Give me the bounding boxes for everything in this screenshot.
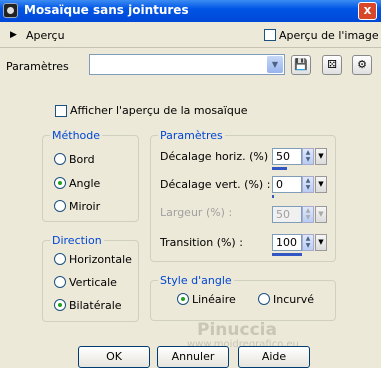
method-bord-radio[interactable]	[54, 153, 66, 165]
save-icon: 💾	[294, 58, 308, 71]
direction-verticale-radio[interactable]	[54, 276, 66, 288]
window-title: Mosaïque sans jointures	[24, 3, 189, 17]
preset-manager-button[interactable]: ⚙	[352, 55, 372, 75]
preset-combobox[interactable]: ▼	[89, 54, 285, 75]
vert-offset-value[interactable]: 0	[272, 176, 302, 193]
method-miroir-label: Miroir	[69, 200, 101, 213]
angle-incurve-label: Incurvé	[273, 293, 315, 306]
direction-bilaterale-radio[interactable]	[54, 299, 66, 311]
parameters-legend: Paramètres	[158, 129, 225, 142]
save-preset-button[interactable]: 💾	[291, 55, 311, 75]
spin-arrows-icon[interactable]: ▲ ▼	[302, 148, 314, 165]
show-mosaic-preview-label: Afficher l'aperçu de la mosaïque	[70, 104, 248, 117]
horiz-offset-spinner[interactable]: 50 ▲ ▼ ▼	[272, 148, 328, 170]
method-angle-radio[interactable]	[54, 177, 66, 189]
method-miroir-radio[interactable]	[54, 200, 66, 212]
vert-offset-spinner[interactable]: 0 ▲ ▼ ▼	[272, 176, 328, 198]
transition-label: Transition (%) :	[160, 236, 243, 249]
angle-style-legend: Style d'angle	[158, 274, 234, 287]
close-button[interactable]: x	[358, 2, 377, 20]
divider	[0, 47, 381, 48]
horiz-offset-value[interactable]: 50	[272, 148, 302, 165]
expand-arrow-icon[interactable]: ▶	[10, 30, 17, 40]
horiz-offset-slider[interactable]	[272, 167, 287, 170]
preview-image-checkbox[interactable]	[264, 29, 276, 41]
presets-icon: ⚙	[357, 58, 367, 71]
direction-bilaterale-label: Bilatérale	[69, 299, 122, 312]
direction-legend: Direction	[50, 234, 104, 247]
spin-arrows-icon: ▲ ▼	[302, 206, 314, 223]
params-label: Paramètres	[6, 60, 69, 73]
preview-image-label: Aperçu de l'image	[279, 29, 379, 42]
spin-arrows-icon[interactable]: ▲ ▼	[302, 234, 314, 251]
transition-spinner[interactable]: 100 ▲ ▼ ▼	[272, 234, 328, 256]
ok-button[interactable]: OK	[78, 346, 150, 368]
angle-incurve-radio[interactable]	[258, 293, 270, 305]
preview-toggle-label[interactable]: Aperçu	[26, 29, 65, 42]
title-bar: Mosaïque sans jointures x	[0, 0, 381, 22]
direction-horizontale-radio[interactable]	[54, 253, 66, 265]
transition-value[interactable]: 100	[272, 234, 302, 251]
vert-offset-label: Décalage vert. (%) :	[160, 178, 271, 191]
direction-verticale-label: Verticale	[69, 276, 117, 289]
vert-offset-slider[interactable]	[272, 195, 274, 198]
show-mosaic-preview-checkbox[interactable]	[55, 105, 67, 117]
watermark-text: Pinuccia	[197, 320, 277, 340]
width-value: 50	[272, 206, 302, 223]
dropdown-arrow-icon[interactable]: ▼	[315, 234, 327, 251]
spin-arrows-icon[interactable]: ▲ ▼	[302, 176, 314, 193]
help-button[interactable]: Aide	[238, 346, 310, 368]
angle-lineaire-radio[interactable]	[177, 293, 189, 305]
horiz-offset-label: Décalage horiz. (%) :	[160, 150, 276, 163]
dropdown-arrow-icon: ▼	[315, 206, 327, 223]
transition-slider[interactable]	[272, 253, 302, 256]
random-button[interactable]: ⚄	[322, 55, 342, 75]
dropdown-arrow-icon[interactable]: ▼	[315, 148, 327, 165]
angle-lineaire-label: Linéaire	[192, 293, 236, 306]
app-icon	[3, 3, 18, 18]
width-label: Largeur (%) :	[160, 206, 233, 219]
method-bord-label: Bord	[69, 153, 95, 166]
chevron-down-icon[interactable]: ▼	[267, 56, 283, 73]
direction-horizontale-label: Horizontale	[69, 253, 132, 266]
method-legend: Méthode	[50, 129, 103, 142]
dice-icon: ⚄	[327, 58, 337, 71]
method-angle-label: Angle	[69, 177, 101, 190]
cancel-button[interactable]: Annuler	[157, 346, 229, 368]
width-spinner: 50 ▲ ▼ ▼	[272, 206, 328, 223]
dropdown-arrow-icon[interactable]: ▼	[315, 176, 327, 193]
